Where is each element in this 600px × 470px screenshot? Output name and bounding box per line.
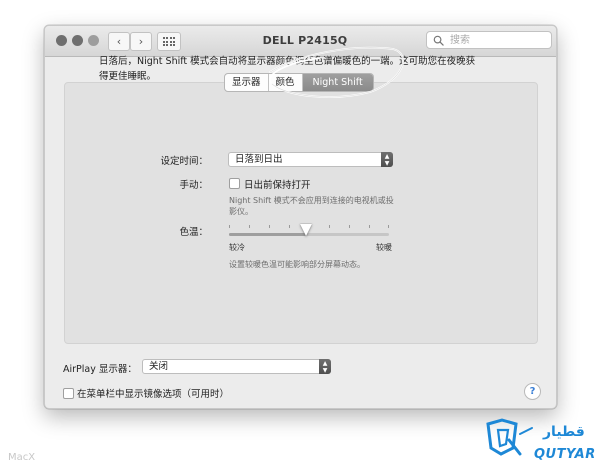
forward-button[interactable]: › (130, 32, 152, 51)
schedule-select[interactable]: 日落到日出 ▲ ▼ (228, 152, 393, 167)
minimize-button[interactable] (72, 35, 83, 46)
mirror-options-label[interactable]: 在菜单栏中显示镜像选项（可用时） (77, 386, 229, 400)
manual-label: 手动： (179, 180, 208, 191)
tab-night-shift[interactable]: Night Shift (302, 74, 373, 91)
manual-hint: Night Shift 模式不会应用到连接的电视机或投影仪。 (229, 196, 394, 216)
tab-color[interactable]: 颜色 (269, 74, 303, 91)
temperature-slider-fill (229, 233, 306, 236)
back-button[interactable]: ‹ (108, 32, 130, 51)
mirror-options-checkbox[interactable] (63, 388, 74, 399)
window-title: DELL P2415Q (262, 34, 348, 47)
temperature-label: 色温： (179, 227, 208, 238)
airplay-value: 关闭 (149, 361, 169, 372)
search-input[interactable] (448, 33, 542, 47)
manual-checkbox[interactable] (229, 178, 240, 189)
qutyar-arabic-text: قطیار (543, 424, 585, 440)
tab-bar: 显示器 颜色 Night Shift (224, 73, 374, 92)
search-icon (433, 35, 444, 46)
chevron-right-icon: › (138, 35, 144, 48)
tab-display[interactable]: 显示器 (225, 74, 269, 91)
chevron-left-icon: ‹ (116, 35, 122, 48)
title-bar: ‹ › DELL P2415Q (45, 26, 556, 57)
qutyar-logo-text: QUTYAR (534, 447, 596, 462)
temperature-slider-thumb[interactable] (299, 224, 312, 236)
grid-icon (162, 37, 176, 46)
temperature-hint: 设置较暖色温可能影响部分屏幕动态。 (229, 260, 365, 269)
manual-checkbox-label[interactable]: 日出前保持打开 (244, 177, 311, 191)
preferences-window: ‹ › DELL P2415Q 显示器 颜色 Night Shift 日落后，N… (44, 25, 557, 409)
close-button[interactable] (56, 35, 67, 46)
temperature-min-label: 较冷 (229, 243, 245, 252)
zoom-button[interactable] (88, 35, 99, 46)
help-button[interactable]: ? (524, 383, 541, 400)
search-field[interactable] (426, 31, 552, 49)
schedule-value: 日落到日出 (235, 154, 283, 165)
show-all-button[interactable] (157, 32, 181, 51)
schedule-label: 设定时间： (160, 156, 208, 167)
updown-chevron-icon: ▲ ▼ (319, 359, 331, 374)
airplay-select[interactable]: 关闭 ▲ ▼ (142, 359, 331, 374)
updown-chevron-icon: ▲ ▼ (381, 152, 393, 167)
temperature-max-label: 较暖 (376, 243, 392, 252)
macx-watermark: MacX (8, 452, 36, 463)
airplay-label: AirPlay 显示器： (63, 364, 137, 375)
